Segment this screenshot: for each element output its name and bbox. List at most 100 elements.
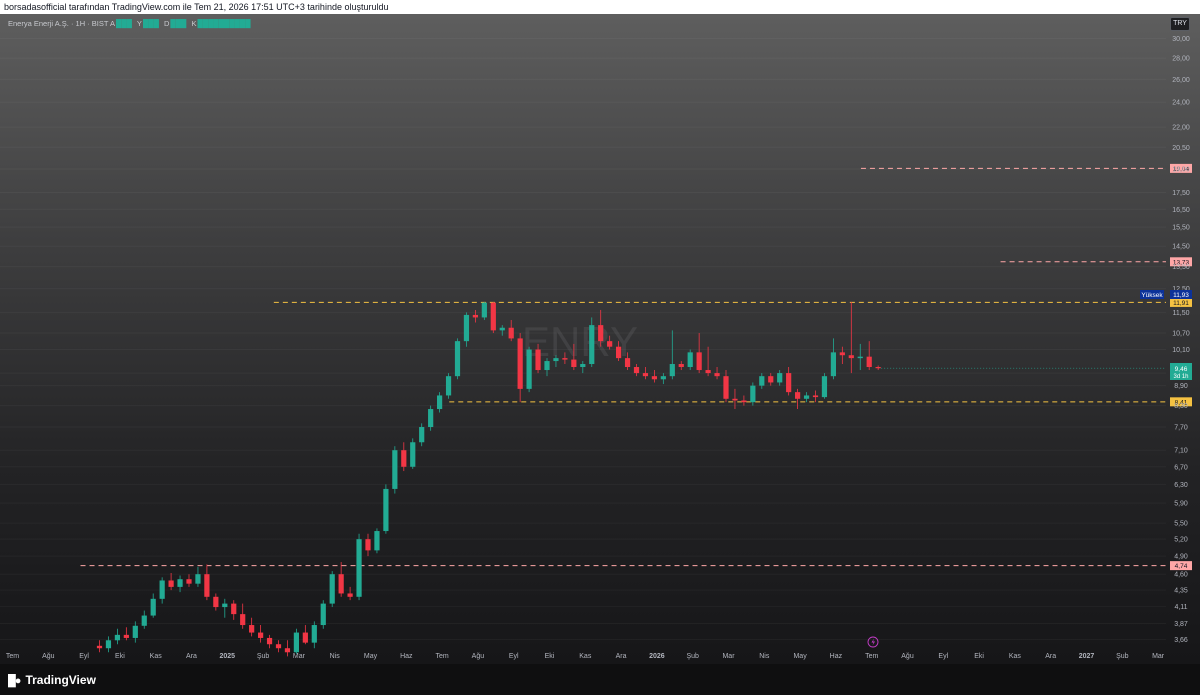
candle[interactable]: [786, 367, 792, 396]
tradingview-mark-icon: █●: [8, 675, 21, 687]
candle[interactable]: [651, 370, 657, 383]
lightning-icon[interactable]: [867, 636, 879, 648]
candle-body: [642, 373, 649, 377]
candle[interactable]: [222, 598, 228, 618]
candle[interactable]: [213, 593, 219, 611]
candle[interactable]: [777, 370, 783, 386]
candle[interactable]: [445, 373, 452, 399]
candle-body: [231, 603, 237, 615]
candle[interactable]: [463, 312, 470, 347]
chart-area[interactable]: ENRY 19,04 13,73 11,91 8,41 4,74 30,00 28,00 2…: [0, 14, 1200, 664]
candle-body: [428, 409, 434, 428]
time-axis[interactable]: Tem Ağu Eyl Eki Kas Ara 2025 Şub Mar Nis May Haz Tem…: [6, 653, 1165, 660]
candle[interactable]: [768, 373, 774, 386]
candle[interactable]: [266, 634, 273, 649]
time-tick-label: Kas: [579, 653, 592, 660]
candle[interactable]: [678, 361, 684, 371]
candle[interactable]: [401, 442, 407, 472]
candle-body: [481, 302, 487, 318]
candle[interactable]: [195, 566, 201, 587]
candle[interactable]: [123, 627, 129, 641]
candle[interactable]: [338, 562, 344, 597]
candle[interactable]: [311, 621, 317, 649]
candle[interactable]: [750, 382, 756, 406]
level-label: 11,91: [1173, 300, 1189, 307]
candle[interactable]: [830, 338, 836, 380]
candle[interactable]: [240, 603, 246, 629]
candle[interactable]: [723, 370, 729, 403]
candle[interactable]: [508, 319, 514, 342]
tradingview-logo[interactable]: █● TradingView: [8, 673, 96, 687]
candle[interactable]: [803, 392, 810, 403]
candle[interactable]: [231, 600, 237, 620]
candle[interactable]: [526, 346, 532, 393]
candle[interactable]: [329, 571, 335, 608]
high-value: 11,93: [1173, 292, 1189, 299]
price-tick-label: 5,20: [1174, 537, 1188, 544]
candle[interactable]: [687, 349, 693, 371]
candle[interactable]: [875, 365, 881, 371]
candle[interactable]: [472, 309, 478, 323]
candles[interactable]: [96, 301, 881, 657]
high-label-legend: Y: [136, 19, 142, 28]
candle-body: [177, 579, 183, 587]
candle[interactable]: [186, 574, 192, 587]
candle[interactable]: [481, 301, 487, 320]
candle[interactable]: [642, 367, 649, 380]
candle[interactable]: [114, 628, 120, 645]
candle[interactable]: [696, 333, 702, 374]
candle[interactable]: [741, 395, 747, 406]
candle[interactable]: [96, 640, 103, 653]
price-tick-label: 14,50: [1172, 244, 1190, 251]
candle[interactable]: [150, 593, 156, 618]
candle[interactable]: [374, 528, 380, 554]
candle[interactable]: [517, 333, 523, 403]
candle[interactable]: [857, 343, 863, 371]
candle[interactable]: [812, 390, 819, 403]
candle[interactable]: [437, 392, 443, 413]
candle[interactable]: [454, 338, 461, 380]
candle[interactable]: [383, 484, 389, 534]
candle[interactable]: [490, 301, 496, 334]
candle[interactable]: [705, 346, 711, 377]
candle[interactable]: [669, 330, 675, 380]
candle[interactable]: [249, 617, 255, 637]
candle[interactable]: [177, 575, 183, 593]
candle[interactable]: [284, 640, 291, 657]
price-tick-label: 8,90: [1174, 383, 1188, 390]
candle[interactable]: [356, 533, 362, 601]
time-tick-label: Nis: [759, 653, 770, 660]
candle[interactable]: [392, 446, 398, 494]
candle[interactable]: [105, 636, 112, 653]
price-chart[interactable]: ENRY 19,0413,7311,918,414,74 30,0028,002…: [0, 14, 1200, 664]
currency-badge[interactable]: TRY: [1170, 17, 1190, 31]
candle[interactable]: [499, 325, 505, 336]
candle[interactable]: [660, 373, 666, 385]
candle[interactable]: [320, 600, 326, 629]
candle[interactable]: [866, 341, 872, 371]
candle[interactable]: [141, 610, 147, 629]
price-axis[interactable]: 30,00 28,00 26,00 24,00 22,00 20,50 19,00 17,50…: [1172, 36, 1190, 644]
candle[interactable]: [759, 373, 765, 389]
candle-body: [463, 314, 470, 342]
candle[interactable]: [168, 572, 174, 591]
time-tick-label: Haz: [830, 653, 843, 660]
time-tick-label: Eyl: [509, 653, 519, 660]
candle-body: [159, 580, 165, 599]
candle[interactable]: [365, 533, 371, 557]
candle[interactable]: [159, 577, 165, 604]
candle[interactable]: [410, 438, 416, 469]
candle[interactable]: [347, 586, 353, 601]
candle[interactable]: [204, 564, 210, 601]
candle[interactable]: [428, 405, 434, 431]
candle[interactable]: [293, 628, 299, 654]
candle[interactable]: [302, 625, 308, 645]
price-tick-label: 8,30: [1174, 403, 1188, 410]
candle[interactable]: [275, 640, 282, 653]
symbol-legend[interactable]: Enerya Enerji A.Ş. · 1H · BIST A███ Y███…: [8, 19, 254, 28]
candle-body: [616, 346, 622, 359]
candle[interactable]: [714, 367, 720, 380]
candle[interactable]: [821, 373, 828, 399]
candle[interactable]: [633, 364, 640, 377]
candle-body: [777, 373, 783, 383]
